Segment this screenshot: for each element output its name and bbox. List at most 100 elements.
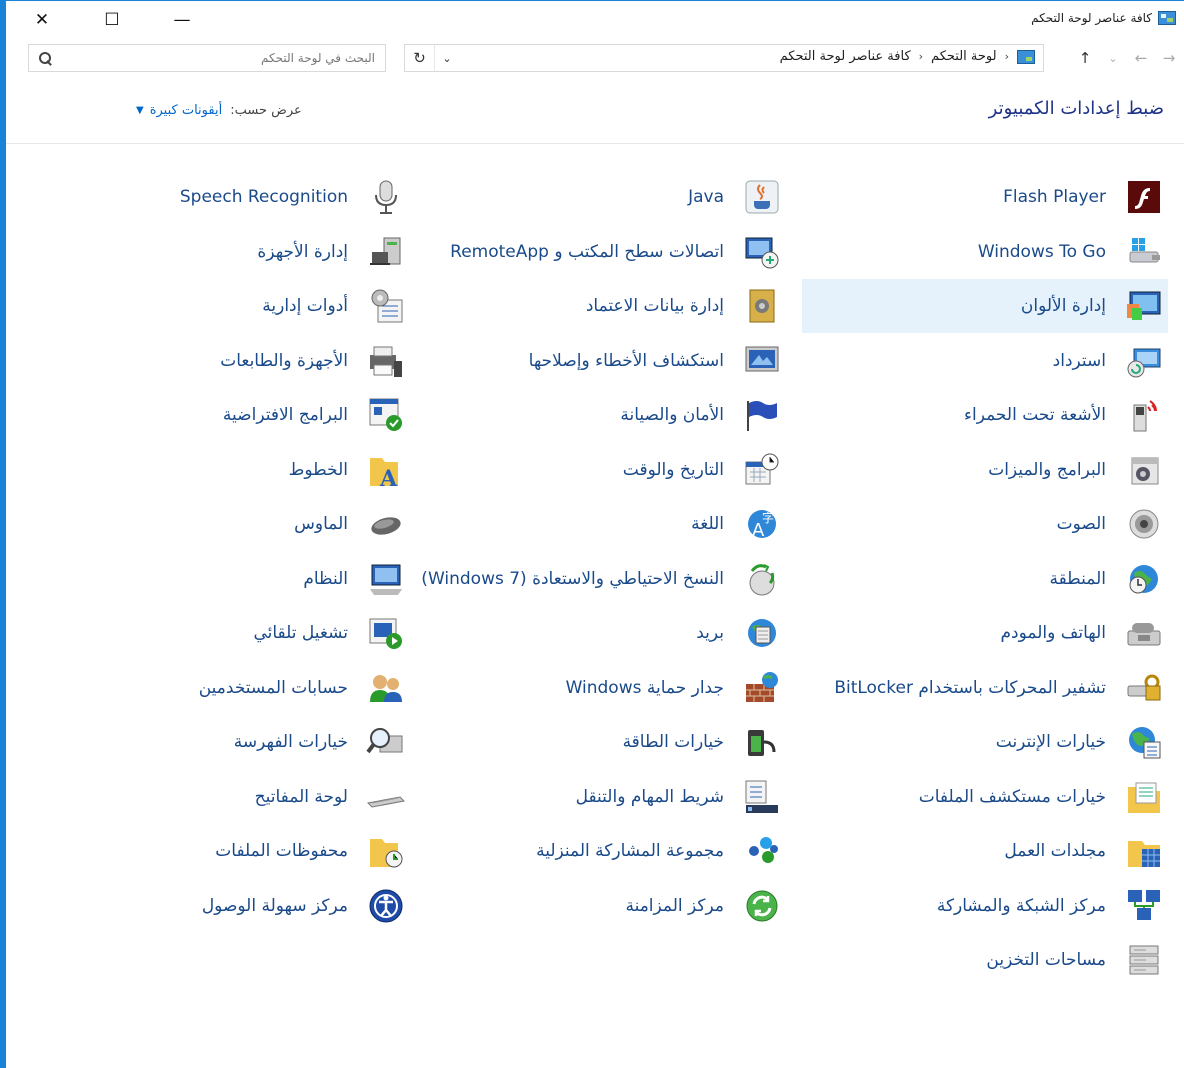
work-folders-icon[interactable] — [1120, 830, 1168, 872]
control-panel-item-label[interactable]: جدار حماية Windows — [566, 677, 724, 699]
autoplay-icon[interactable] — [362, 612, 410, 654]
control-panel-item-label[interactable]: خيارات مستكشف الملفات — [919, 786, 1106, 808]
programs-features-icon[interactable] — [1120, 449, 1168, 491]
control-panel-item-label[interactable]: محفوظات الملفات — [215, 840, 348, 862]
control-panel-crumb-icon[interactable] — [1017, 49, 1035, 64]
sync-center-icon[interactable] — [738, 885, 786, 927]
control-panel-item[interactable]: النظام — [20, 552, 410, 606]
control-panel-item-label[interactable]: مركز سهولة الوصول — [202, 895, 348, 917]
control-panel-item[interactable]: خيارات الفهرسة — [20, 715, 410, 769]
phone-modem-icon[interactable] — [1120, 612, 1168, 654]
administrative-tools-icon[interactable] — [362, 285, 410, 327]
search-input[interactable]: البحث في لوحة التحكم — [261, 51, 375, 65]
backup-restore-icon[interactable] — [738, 558, 786, 600]
control-panel-item-label[interactable]: تشفير المحركات باستخدام BitLocker — [834, 677, 1106, 699]
control-panel-item[interactable]: النسخ الاحتياطي والاستعادة (Windows 7) — [396, 552, 786, 606]
control-panel-item-label[interactable]: تشغيل تلقائي — [253, 622, 348, 644]
control-panel-item[interactable]: استكشاف الأخطاء وإصلاحها — [396, 334, 786, 388]
control-panel-item-label[interactable]: الأشعة تحت الحمراء — [964, 404, 1106, 426]
control-panel-item-label[interactable]: النسخ الاحتياطي والاستعادة (Windows 7) — [421, 568, 724, 590]
control-panel-item[interactable]: جدار حماية Windows — [396, 661, 786, 715]
control-panel-item-label[interactable]: Flash Player — [1003, 186, 1106, 208]
control-panel-item-label[interactable]: Windows To Go — [978, 241, 1106, 263]
control-panel-item[interactable]: A 字 اللغة — [396, 497, 786, 551]
control-panel-item-label[interactable]: إدارة الألوان — [1021, 295, 1106, 317]
control-panel-item[interactable]: خيارات الطاقة — [396, 715, 786, 769]
windows-to-go-icon[interactable] — [1120, 231, 1168, 273]
dropdown-caret-icon[interactable]: ▼ — [136, 105, 144, 116]
java-icon[interactable] — [738, 176, 786, 218]
control-panel-item[interactable]: الهاتف والمودم — [802, 606, 1168, 660]
control-panel-item-label[interactable]: حسابات المستخدمين — [199, 677, 348, 699]
control-panel-item-label[interactable]: خيارات الإنترنت — [996, 731, 1106, 753]
control-panel-item[interactable]: الماوس — [20, 497, 410, 551]
system-icon[interactable] — [362, 558, 410, 600]
control-panel-item[interactable]: محفوظات الملفات — [20, 824, 410, 878]
control-panel-item[interactable]: مركز الشبكة والمشاركة — [802, 879, 1168, 933]
control-panel-item-label[interactable]: خيارات الطاقة — [623, 731, 724, 753]
control-panel-item-label[interactable]: اتصالات سطح المكتب و RemoteApp — [450, 241, 724, 263]
control-panel-item[interactable]: خيارات مستكشف الملفات — [802, 770, 1168, 824]
control-panel-item[interactable]: مساحات التخزين — [802, 933, 1168, 987]
flash-player-icon[interactable] — [1120, 176, 1168, 218]
control-panel-item[interactable]: التاريخ والوقت — [396, 443, 786, 497]
control-panel-item-label[interactable]: إدارة بيانات الاعتماد — [586, 295, 724, 317]
control-panel-item-label[interactable]: إدارة الأجهزة — [257, 241, 348, 263]
recent-locations-icon[interactable]: ⌄ — [1102, 46, 1124, 70]
infrared-icon[interactable] — [1120, 394, 1168, 436]
control-panel-item[interactable]: البرامج الافتراضية — [20, 388, 410, 442]
control-panel-item-label[interactable]: الصوت — [1057, 513, 1106, 535]
control-panel-item-label[interactable]: مجلدات العمل — [1004, 840, 1106, 862]
security-maintenance-icon[interactable] — [738, 394, 786, 436]
control-panel-item-label[interactable]: استكشاف الأخطاء وإصلاحها — [529, 350, 724, 372]
control-panel-item[interactable]: إدارة الألوان — [802, 279, 1168, 333]
control-panel-item[interactable]: تشفير المحركات باستخدام BitLocker — [802, 661, 1168, 715]
keyboard-icon[interactable] — [362, 776, 410, 818]
search-box[interactable]: البحث في لوحة التحكم — [28, 44, 386, 72]
control-panel-item-label[interactable]: البرامج الافتراضية — [223, 404, 348, 426]
address-bar[interactable]: ↻ ⌄ ‹ لوحة التحكم ‹ كافة عناصر لوحة التح… — [404, 44, 1044, 72]
fonts-icon[interactable]: A — [362, 449, 410, 491]
control-panel-item[interactable]: مركز المزامنة — [396, 879, 786, 933]
mouse-icon[interactable] — [362, 503, 410, 545]
devices-printers-icon[interactable] — [362, 340, 410, 382]
refresh-icon[interactable]: ↻ — [405, 45, 435, 71]
ease-of-access-icon[interactable] — [362, 885, 410, 927]
breadcrumb-all-items[interactable]: كافة عناصر لوحة التحكم — [780, 49, 911, 64]
view-by-value[interactable]: أيقونات كبيرة — [150, 103, 223, 118]
address-dropdown-icon[interactable]: ⌄ — [435, 45, 459, 71]
speech-recognition-icon[interactable] — [362, 176, 410, 218]
view-by-dropdown[interactable]: أيقونات كبيرة ▼ — [136, 103, 222, 118]
control-panel-item[interactable]: بريد — [396, 606, 786, 660]
close-button[interactable]: ✕ — [22, 6, 62, 34]
crumb-separator-icon[interactable]: ‹ — [919, 50, 923, 63]
control-panel-item[interactable]: المنطقة — [802, 552, 1168, 606]
sound-icon[interactable] — [1120, 503, 1168, 545]
search-icon[interactable] — [39, 51, 52, 65]
control-panel-item-label[interactable]: مجموعة المشاركة المنزلية — [536, 840, 724, 862]
color-management-icon[interactable] — [1120, 285, 1168, 327]
control-panel-item-label[interactable]: استرداد — [1053, 350, 1106, 372]
homegroup-icon[interactable] — [738, 830, 786, 872]
credential-manager-icon[interactable] — [738, 285, 786, 327]
control-panel-item[interactable]: شريط المهام والتنقل — [396, 770, 786, 824]
control-panel-item-label[interactable]: الأمان والصيانة — [620, 404, 724, 426]
control-panel-item-label[interactable]: مركز الشبكة والمشاركة — [937, 895, 1106, 917]
region-icon[interactable] — [1120, 558, 1168, 600]
internet-options-icon[interactable] — [1120, 721, 1168, 763]
indexing-options-icon[interactable] — [362, 721, 410, 763]
forward-arrow-icon[interactable]: ← — [1130, 46, 1152, 70]
control-panel-item[interactable]: الأجهزة والطابعات — [20, 334, 410, 388]
network-sharing-icon[interactable] — [1120, 885, 1168, 927]
firewall-icon[interactable] — [738, 667, 786, 709]
minimize-button[interactable]: — — [162, 6, 202, 34]
control-panel-item[interactable]: إدارة بيانات الاعتماد — [396, 279, 786, 333]
mail-icon[interactable] — [738, 612, 786, 654]
recovery-icon[interactable] — [1120, 340, 1168, 382]
control-panel-item-label[interactable]: بريد — [696, 622, 724, 644]
control-panel-item-label[interactable]: الأجهزة والطابعات — [220, 350, 348, 372]
default-programs-icon[interactable] — [362, 394, 410, 436]
control-panel-item[interactable]: خيارات الإنترنت — [802, 715, 1168, 769]
control-panel-item-label[interactable]: مركز المزامنة — [625, 895, 724, 917]
control-panel-item[interactable]: البرامج والميزات — [802, 443, 1168, 497]
